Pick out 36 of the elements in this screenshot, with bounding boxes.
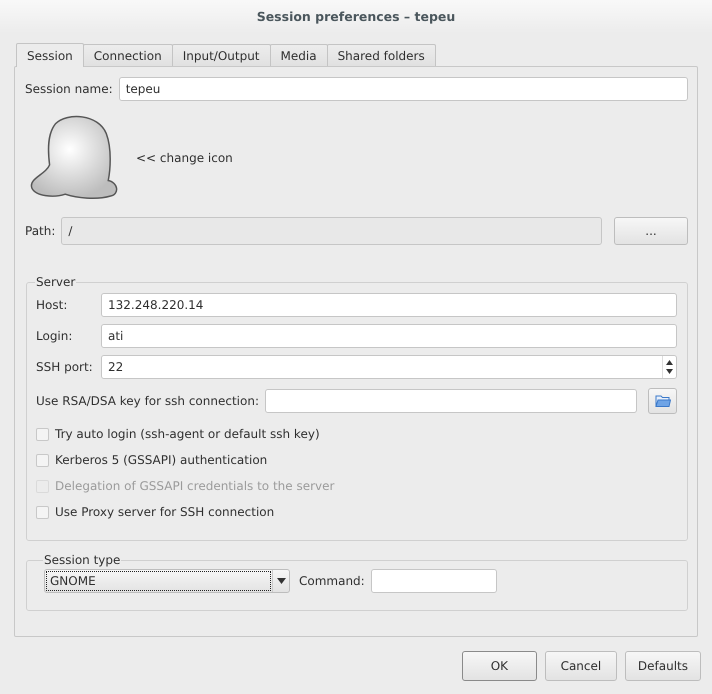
tab[interactable]: Input/Output xyxy=(172,44,271,66)
text-field[interactable]: ati xyxy=(101,324,677,348)
checkbox-label: Use Proxy server for SSH connection xyxy=(55,505,274,519)
checkbox-label: Kerberos 5 (GSSAPI) authentication xyxy=(55,453,268,467)
checkbox-label: Delegation of GSSAPI credentials to the server xyxy=(55,479,334,493)
dialog-button[interactable]: Cancel xyxy=(544,651,617,681)
tab[interactable]: Media xyxy=(270,44,328,66)
field-label: Login: xyxy=(36,329,74,343)
checkbox-label: Try auto login (ssh-agent or default ssh key) xyxy=(55,427,320,441)
session-type-group-title: Session type xyxy=(43,553,122,567)
tab[interactable]: Shared folders xyxy=(326,44,436,66)
tab[interactable]: Session xyxy=(16,43,84,67)
session-type-dropdown[interactable]: GNOME xyxy=(44,569,290,593)
open-folder-button[interactable] xyxy=(648,388,677,414)
ssh-port-spinbox[interactable]: 22 xyxy=(101,355,677,379)
dialog-button[interactable]: Defaults xyxy=(624,651,701,681)
caret-icon xyxy=(276,578,286,584)
session-name-label: Session name: xyxy=(25,82,113,96)
checkbox[interactable] xyxy=(36,454,49,466)
field-label: SSH port: xyxy=(36,360,94,374)
path-label: Path: xyxy=(25,224,56,238)
key-file-field[interactable] xyxy=(264,389,637,413)
key-label: Use RSA/DSA key for ssh connection: xyxy=(36,394,259,408)
change-icon-label[interactable]: << change icon xyxy=(136,151,233,165)
window-title: Session preferences – tepeu xyxy=(256,8,456,24)
folder-icon xyxy=(654,394,670,408)
field-label: Host: xyxy=(36,298,68,312)
session-name-field[interactable]: tepeu xyxy=(118,77,688,101)
dialog-button[interactable]: OK xyxy=(462,651,537,681)
tab[interactable]: Connection xyxy=(82,44,173,66)
checkbox[interactable] xyxy=(36,506,49,518)
server-group-title: Server xyxy=(35,275,76,289)
command-field[interactable] xyxy=(370,569,497,593)
text-field[interactable]: 132.248.220.14 xyxy=(101,293,677,317)
command-label: Command: xyxy=(299,574,365,588)
checkbox[interactable] xyxy=(36,428,49,440)
